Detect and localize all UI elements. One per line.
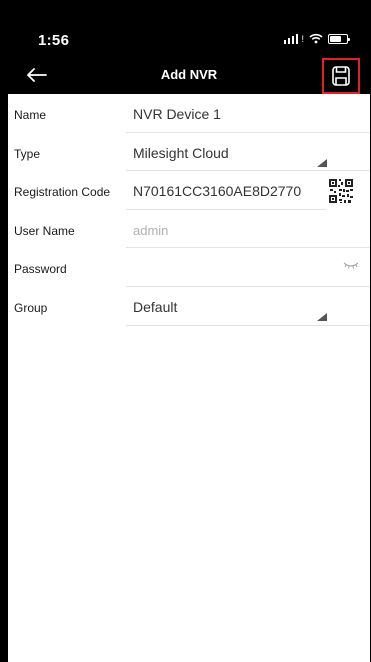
name-row: Name NVR Device 1 (8, 94, 370, 133)
type-row: Type Milesight Cloud (8, 133, 370, 172)
password-row: Password (8, 248, 370, 287)
group-row: Group Default (8, 287, 370, 326)
wifi-icon (309, 33, 323, 44)
status-icons: ! (283, 33, 350, 44)
user-name-input[interactable]: admin (133, 223, 168, 238)
name-input[interactable]: NVR Device 1 (133, 106, 221, 122)
dropdown-triangle-icon[interactable] (317, 312, 327, 321)
user-name-row: User Name admin (8, 210, 370, 249)
group-underline (126, 324, 370, 326)
registration-code-label: Registration Code (14, 185, 111, 200)
registration-code-row: Registration Code N70161CC3160AE8D2770 (8, 171, 370, 210)
navigation-bar: Add NVR (8, 56, 370, 94)
group-label: Group (14, 300, 48, 315)
user-name-label: User Name (14, 223, 75, 238)
dropdown-triangle-icon[interactable] (317, 158, 327, 167)
registration-code-input[interactable]: N70161CC3160AE8D2770 (133, 183, 301, 199)
type-select[interactable]: Milesight Cloud (133, 145, 229, 161)
save-button[interactable] (322, 58, 360, 94)
group-select[interactable]: Default (133, 299, 177, 315)
add-nvr-form: Name NVR Device 1 Type Milesight Cloud R… (8, 94, 370, 326)
type-label: Type (14, 146, 41, 161)
eye-closed-icon[interactable] (343, 261, 359, 271)
signal-dots-icon: ! (301, 33, 304, 44)
qr-code-scan-icon[interactable] (328, 178, 354, 205)
name-label: Name (14, 108, 47, 122)
status-time: 1:56 (38, 32, 70, 49)
status-bar: 1:56 ! (8, 0, 370, 56)
floppy-disk-icon (332, 66, 350, 86)
page-title: Add NVR (160, 67, 218, 82)
password-label: Password (14, 262, 67, 277)
battery-icon (328, 33, 350, 44)
cellular-signal-icon (283, 33, 299, 44)
